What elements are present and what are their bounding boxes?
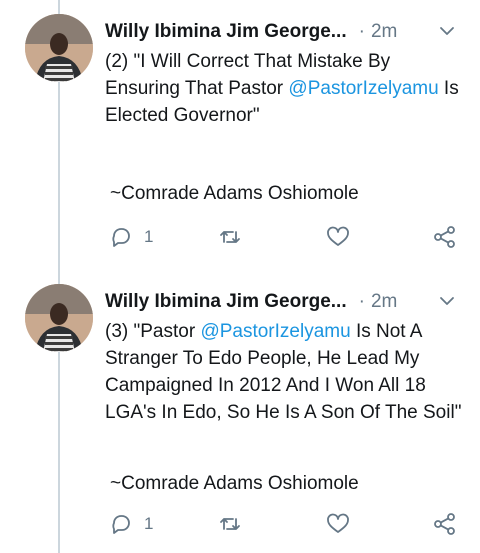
mention-link[interactable]: @PastorIzelyamu xyxy=(200,321,350,342)
reply-button[interactable]: 1 xyxy=(108,224,153,250)
reply-button[interactable]: 1 xyxy=(108,511,153,537)
tweet-header: Willy Ibimina Jim George... · 2m xyxy=(105,18,460,46)
retweet-button[interactable] xyxy=(217,511,243,537)
chevron-down-icon[interactable] xyxy=(438,22,456,40)
retweet-button[interactable] xyxy=(217,224,243,250)
tweet-signature: ~Comrade Adams Oshiomole xyxy=(110,183,359,204)
like-icon xyxy=(327,513,349,533)
timestamp[interactable]: 2m xyxy=(371,21,397,43)
mention-link[interactable]: @PastorIzelyamu xyxy=(288,78,438,99)
tweet-header: Willy Ibimina Jim George... · 2m xyxy=(105,288,460,316)
chevron-down-icon[interactable] xyxy=(438,292,456,310)
timestamp[interactable]: 2m xyxy=(371,291,397,313)
share-icon xyxy=(434,226,455,248)
like-button[interactable] xyxy=(325,224,351,250)
reply-icon xyxy=(112,515,130,534)
tweet[interactable]: Willy Ibimina Jim George... · 2m (2) "I … xyxy=(0,0,480,270)
avatar[interactable] xyxy=(25,14,93,82)
share-button[interactable] xyxy=(432,224,458,250)
retweet-icon xyxy=(220,518,240,530)
action-bar: 1 xyxy=(100,224,470,254)
tweet-text: (2) "I Will Correct That Mistake By Ensu… xyxy=(105,48,465,129)
share-icon xyxy=(434,513,455,535)
tweet[interactable]: Willy Ibimina Jim George... · 2m (3) "Pa… xyxy=(0,270,480,553)
author-name[interactable]: Willy Ibimina Jim George... xyxy=(105,291,347,313)
reply-count: 1 xyxy=(144,227,154,246)
separator: · xyxy=(358,21,365,42)
tweet-text: (3) "Pastor @PastorIzelyamu Is Not A Str… xyxy=(105,318,465,426)
share-button[interactable] xyxy=(432,511,458,537)
avatar[interactable] xyxy=(25,284,93,352)
reply-count: 1 xyxy=(144,514,154,533)
reply-icon xyxy=(112,228,130,247)
like-button[interactable] xyxy=(325,511,351,537)
tweet-signature: ~Comrade Adams Oshiomole xyxy=(110,473,359,494)
author-name[interactable]: Willy Ibimina Jim George... xyxy=(105,21,347,43)
retweet-icon xyxy=(220,231,240,243)
like-icon xyxy=(327,226,349,246)
tweet-text-part: (3) "Pastor xyxy=(105,321,201,342)
action-bar: 1 xyxy=(100,511,470,541)
separator: · xyxy=(358,291,365,312)
